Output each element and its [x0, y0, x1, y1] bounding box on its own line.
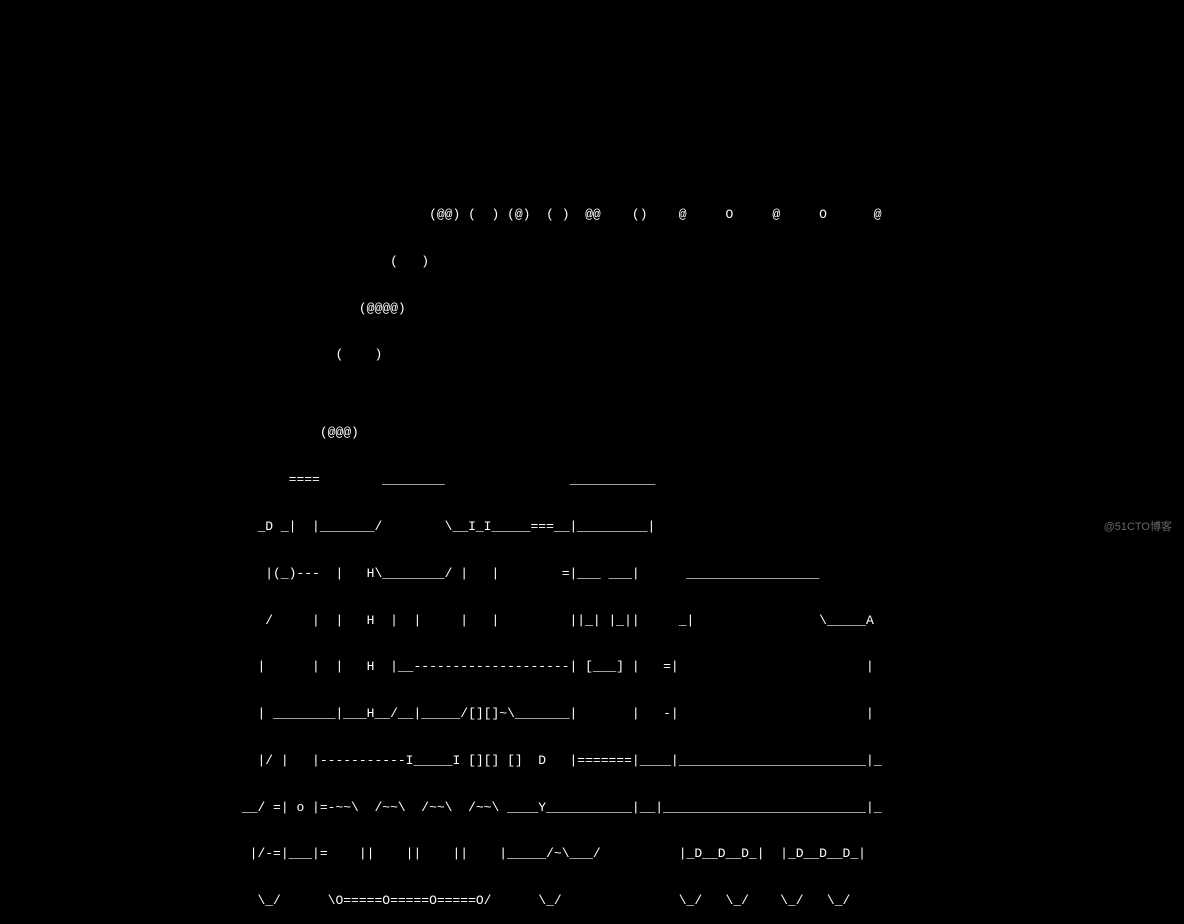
ascii-art-line-14: / | | H | | | | ||_| |_|| _| \_____A	[0, 613, 1184, 629]
ascii-art-line-7: (@@@@)	[0, 301, 1184, 317]
ascii-art-line-18: __/ =| o |=-~~\ /~~\ /~~\ /~~\ ____Y____…	[0, 800, 1184, 816]
ascii-art-line-16: | ________|___H__/__|_____/[][]~\_______…	[0, 706, 1184, 722]
ascii-art-line-8: ( )	[0, 347, 1184, 363]
ascii-art-line-20: \_/ \O=====O=====O=====O/ \_/ \_/ \_/ \_…	[0, 893, 1184, 909]
ascii-art-line-6: ( )	[0, 254, 1184, 270]
ascii-art-line-12: _D _| |_______/ \__I_I_____===__|_______…	[0, 519, 1184, 535]
ascii-art-line-11: ==== ________ ___________	[0, 472, 1184, 488]
ascii-art-line-17: |/ | |-----------I_____I [][] [] D |====…	[0, 753, 1184, 769]
ascii-art-line-5: (@@) ( ) (@) ( ) @@ () @ O @ O @	[0, 207, 1184, 223]
ascii-art-line-19: |/-=|___|= || || || |_____/~\___/ |_D__D…	[0, 846, 1184, 862]
watermark-text: @51CTO博客	[1104, 521, 1172, 534]
ascii-art-line-13: |(_)--- | H\________/ | | =|___ ___| ___…	[0, 566, 1184, 582]
terminal-output: (@@) ( ) (@) ( ) @@ () @ O @ O @ ( ) (@@…	[0, 0, 1184, 924]
ascii-art-line-15: | | | H |__--------------------| [___] |…	[0, 659, 1184, 675]
ascii-art-line-10: (@@@)	[0, 425, 1184, 441]
